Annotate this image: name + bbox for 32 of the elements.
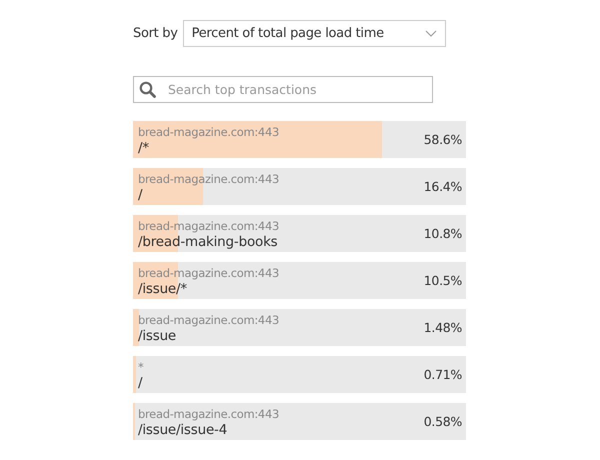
caret-icon	[424, 30, 437, 37]
host-label: bread-magazine.com:443	[138, 124, 279, 140]
transaction-row[interactable]: bread-magazine.com:443 / 16.4%	[133, 168, 466, 205]
sort-label: Sort by	[133, 26, 178, 41]
host-label: bread-magazine.com:443	[138, 312, 279, 328]
path-label: /	[138, 374, 142, 390]
host-label: bread-magazine.com:443	[138, 170, 279, 186]
transaction-row[interactable]: bread-magazine.com:443 /issue 1.48%	[133, 309, 466, 346]
transaction-row[interactable]: bread-magazine.com:443 /issue/* 10.5%	[133, 262, 466, 299]
percent-value: 58.6%	[424, 132, 463, 147]
transaction-row[interactable]: bread-magazine.com:443 /issue/issue-4 0.58%	[133, 403, 466, 440]
percent-value: 16.4%	[424, 179, 463, 194]
host-label: bread-magazine.com:443	[138, 406, 279, 422]
path-label: /*	[138, 140, 149, 156]
sort-dropdown[interactable]: Percent of total page load time	[182, 20, 446, 47]
transaction-row[interactable]: bread-magazine.com:443 /bread-making-books 10.8%	[133, 215, 466, 252]
percent-value: 0.71%	[424, 367, 463, 382]
path-label: /issue/issue-4	[138, 422, 228, 438]
percent-value: 1.48%	[424, 320, 463, 335]
transaction-row[interactable]: * / 0.71%	[133, 356, 466, 393]
path-label: /bread-making-books	[138, 234, 278, 250]
transaction-row[interactable]: bread-magazine.com:443 /* 58.6%	[133, 121, 466, 158]
percent-value: 10.5%	[424, 273, 463, 288]
percent-value: 10.8%	[424, 226, 463, 241]
percent-value: 0.58%	[424, 414, 463, 429]
host-label: *	[138, 358, 144, 374]
path-label: /issue	[138, 328, 176, 344]
host-label: bread-magazine.com:443	[138, 264, 279, 280]
search-field[interactable]: Search top transactions	[133, 76, 433, 103]
path-label: /issue/*	[138, 280, 187, 296]
path-label: /	[138, 186, 142, 202]
host-label: bread-magazine.com:443	[138, 218, 279, 234]
